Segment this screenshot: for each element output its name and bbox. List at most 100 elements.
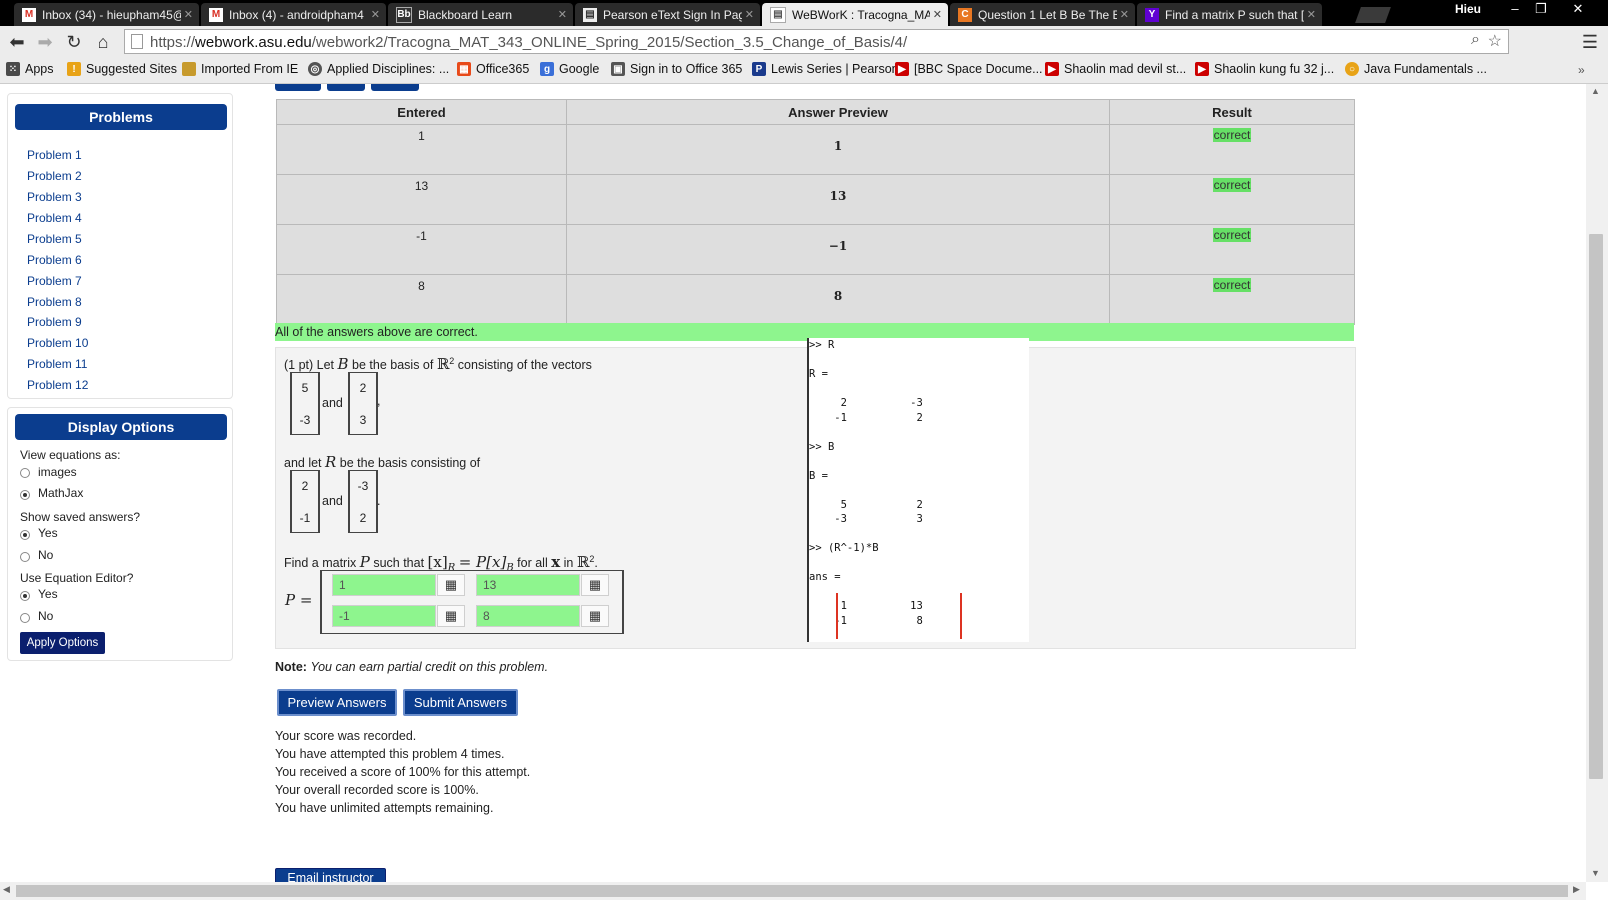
radio-mathjax[interactable] (20, 490, 30, 500)
email-instructor-button[interactable]: Email instructor (275, 868, 386, 882)
vertical-scroll-thumb[interactable] (1589, 234, 1603, 779)
scroll-down-icon[interactable]: ▼ (1591, 868, 1600, 878)
problem-intro: (1 pt) Let B be the basis of ℝ2 consisti… (284, 355, 592, 373)
problem-link-12[interactable]: Problem 12 (27, 378, 88, 392)
bookmark-suggested[interactable]: ! Suggested Sites (67, 62, 177, 76)
tab-chegg[interactable]: C Question 1 Let B Be The B ✕ (950, 3, 1135, 26)
table-row: 8 8 correct (276, 274, 1355, 325)
close-window-icon[interactable]: ✕ (1560, 0, 1596, 20)
bookmark-applied[interactable]: ◎ Applied Disciplines: ... (308, 62, 449, 76)
bookmark-office365[interactable]: ▦ Office365 (457, 62, 529, 76)
close-icon[interactable]: ✕ (745, 8, 754, 21)
tab-label: Pearson eText Sign In Pag (603, 7, 742, 22)
close-icon[interactable]: ✕ (558, 8, 567, 21)
star-icon[interactable]: ☆ (1488, 31, 1502, 51)
equation-editor-icon[interactable]: ▦ (581, 605, 609, 627)
blackboard-icon: Bb (396, 6, 412, 23)
bookmark-shaolin-2[interactable]: ▶ Shaolin kung fu 32 j... (1195, 62, 1334, 76)
radio-images[interactable] (20, 468, 30, 478)
top-button-3[interactable] (371, 84, 419, 91)
equation-editor-icon[interactable]: ▦ (581, 574, 609, 596)
top-button-1[interactable] (275, 84, 321, 91)
tab-blackboard[interactable]: Bb Blackboard Learn ✕ (388, 3, 573, 26)
top-button-2[interactable] (327, 84, 365, 91)
bookmark-java[interactable]: ○ Java Fundamentals ... (1345, 62, 1487, 76)
equation-editor-icon[interactable]: ▦ (437, 574, 465, 596)
scroll-up-icon[interactable]: ▲ (1591, 86, 1600, 96)
equation-editor-icon[interactable]: ▦ (437, 605, 465, 627)
url-host: webwork.asu.edu (195, 34, 312, 51)
apply-options-button[interactable]: Apply Options (20, 632, 105, 654)
period-text: . (594, 556, 598, 570)
scroll-right-icon[interactable]: ▶ (1573, 884, 1580, 895)
such-that: such that (373, 556, 425, 570)
bookmark-apps[interactable]: ⁙ Apps (6, 62, 54, 76)
result-cell: correct (1109, 274, 1355, 325)
problem-link-10[interactable]: Problem 10 (27, 336, 88, 350)
close-icon[interactable]: ✕ (1120, 8, 1129, 21)
score-line: You have attempted this problem 4 times. (275, 747, 505, 761)
new-tab-button[interactable] (1355, 7, 1391, 23)
close-icon[interactable]: ✕ (933, 8, 942, 21)
answer-input-1[interactable]: 1 (332, 574, 436, 596)
matrix-b2: 2 3 (348, 372, 378, 435)
radio-editor-yes-label: Yes (38, 587, 58, 601)
search-icon[interactable]: ⌕ (1471, 31, 1480, 49)
problem-link-5[interactable]: Problem 5 (27, 232, 82, 246)
horizontal-scroll-thumb[interactable] (16, 885, 1568, 897)
minimize-icon[interactable]: – (1502, 0, 1528, 20)
problem-link-8[interactable]: Problem 8 (27, 295, 82, 309)
bookmark-google[interactable]: g Google (540, 62, 599, 76)
submit-answers-button[interactable]: Submit Answers (403, 689, 518, 716)
tab-pearson[interactable]: ▤ Pearson eText Sign In Pag ✕ (575, 3, 760, 26)
tab-gmail-2[interactable]: M Inbox (4) - androidpham4 ✕ (201, 3, 386, 26)
bookmark-bbc[interactable]: ▶ [BBC Space Docume... (895, 62, 1043, 76)
problem-link-11[interactable]: Problem 11 (27, 357, 87, 371)
bookmark-shaolin-1[interactable]: ▶ Shaolin mad devil st... (1045, 62, 1186, 76)
tab-webwork[interactable]: ▤ WeBWorK : Tracogna_MA ✕ (762, 3, 948, 26)
bookmark-pearson[interactable]: P Lewis Series | Pearson (752, 62, 899, 76)
close-icon[interactable]: ✕ (184, 8, 193, 21)
preview-cell: 13 (566, 174, 1110, 225)
preview-value: 8 (833, 289, 843, 303)
reload-icon[interactable]: ↻ (62, 30, 86, 54)
close-icon[interactable]: ✕ (371, 8, 380, 21)
answer-input-4[interactable]: 8 (476, 605, 580, 627)
math-x: x (551, 553, 561, 571)
problem-link-7[interactable]: Problem 7 (27, 274, 82, 288)
restore-icon[interactable]: ❐ (1528, 0, 1554, 20)
bookmark-imported[interactable]: Imported From IE (182, 62, 298, 76)
radio-editor-yes[interactable] (20, 591, 30, 601)
menu-icon[interactable]: ☰ (1578, 30, 1602, 54)
bookmark-office-signin[interactable]: ▣ Sign in to Office 365 (611, 62, 742, 76)
profile-name[interactable]: Hieu (1455, 2, 1481, 16)
forward-icon[interactable]: ➡ (33, 30, 57, 54)
address-bar[interactable]: https://webwork.asu.edu/webwork2/Tracogn… (124, 29, 1509, 54)
radio-saved-yes[interactable] (20, 530, 30, 540)
problem-link-1[interactable]: Problem 1 (27, 148, 82, 162)
radio-editor-no[interactable] (20, 613, 30, 623)
bookmark-label: Suggested Sites (86, 62, 178, 76)
problem-link-2[interactable]: Problem 2 (27, 169, 82, 183)
problem-link-3[interactable]: Problem 3 (27, 190, 82, 204)
back-icon[interactable]: ⬅ (5, 30, 29, 54)
problem-link-4[interactable]: Problem 4 (27, 211, 82, 225)
answer-input-2[interactable]: 13 (476, 574, 580, 596)
P-equals: P = (285, 591, 313, 609)
tab-gmail-1[interactable]: M Inbox (34) - hieupham45@ ✕ (14, 3, 199, 26)
bookmark-label: Office365 (476, 62, 530, 76)
radio-saved-no[interactable] (20, 552, 30, 562)
problem-link-6[interactable]: Problem 6 (27, 253, 82, 267)
preview-answers-button[interactable]: Preview Answers (277, 689, 397, 716)
home-icon[interactable]: ⌂ (91, 30, 115, 54)
url-prefix: https:// (150, 34, 196, 51)
saved-answers-label: Show saved answers? (20, 510, 141, 524)
scroll-left-icon[interactable]: ◀ (3, 884, 10, 895)
problem-link-9[interactable]: Problem 9 (27, 315, 82, 329)
more-bookmarks-icon[interactable]: » (1578, 63, 1585, 77)
tab-label: Question 1 Let B Be The B (978, 7, 1117, 22)
answer-input-3[interactable]: -1 (332, 605, 436, 627)
close-icon[interactable]: ✕ (1307, 8, 1316, 21)
globe-icon: ◎ (308, 62, 322, 76)
tab-yahoo[interactable]: Y Find a matrix P such that [ ✕ (1137, 3, 1322, 26)
